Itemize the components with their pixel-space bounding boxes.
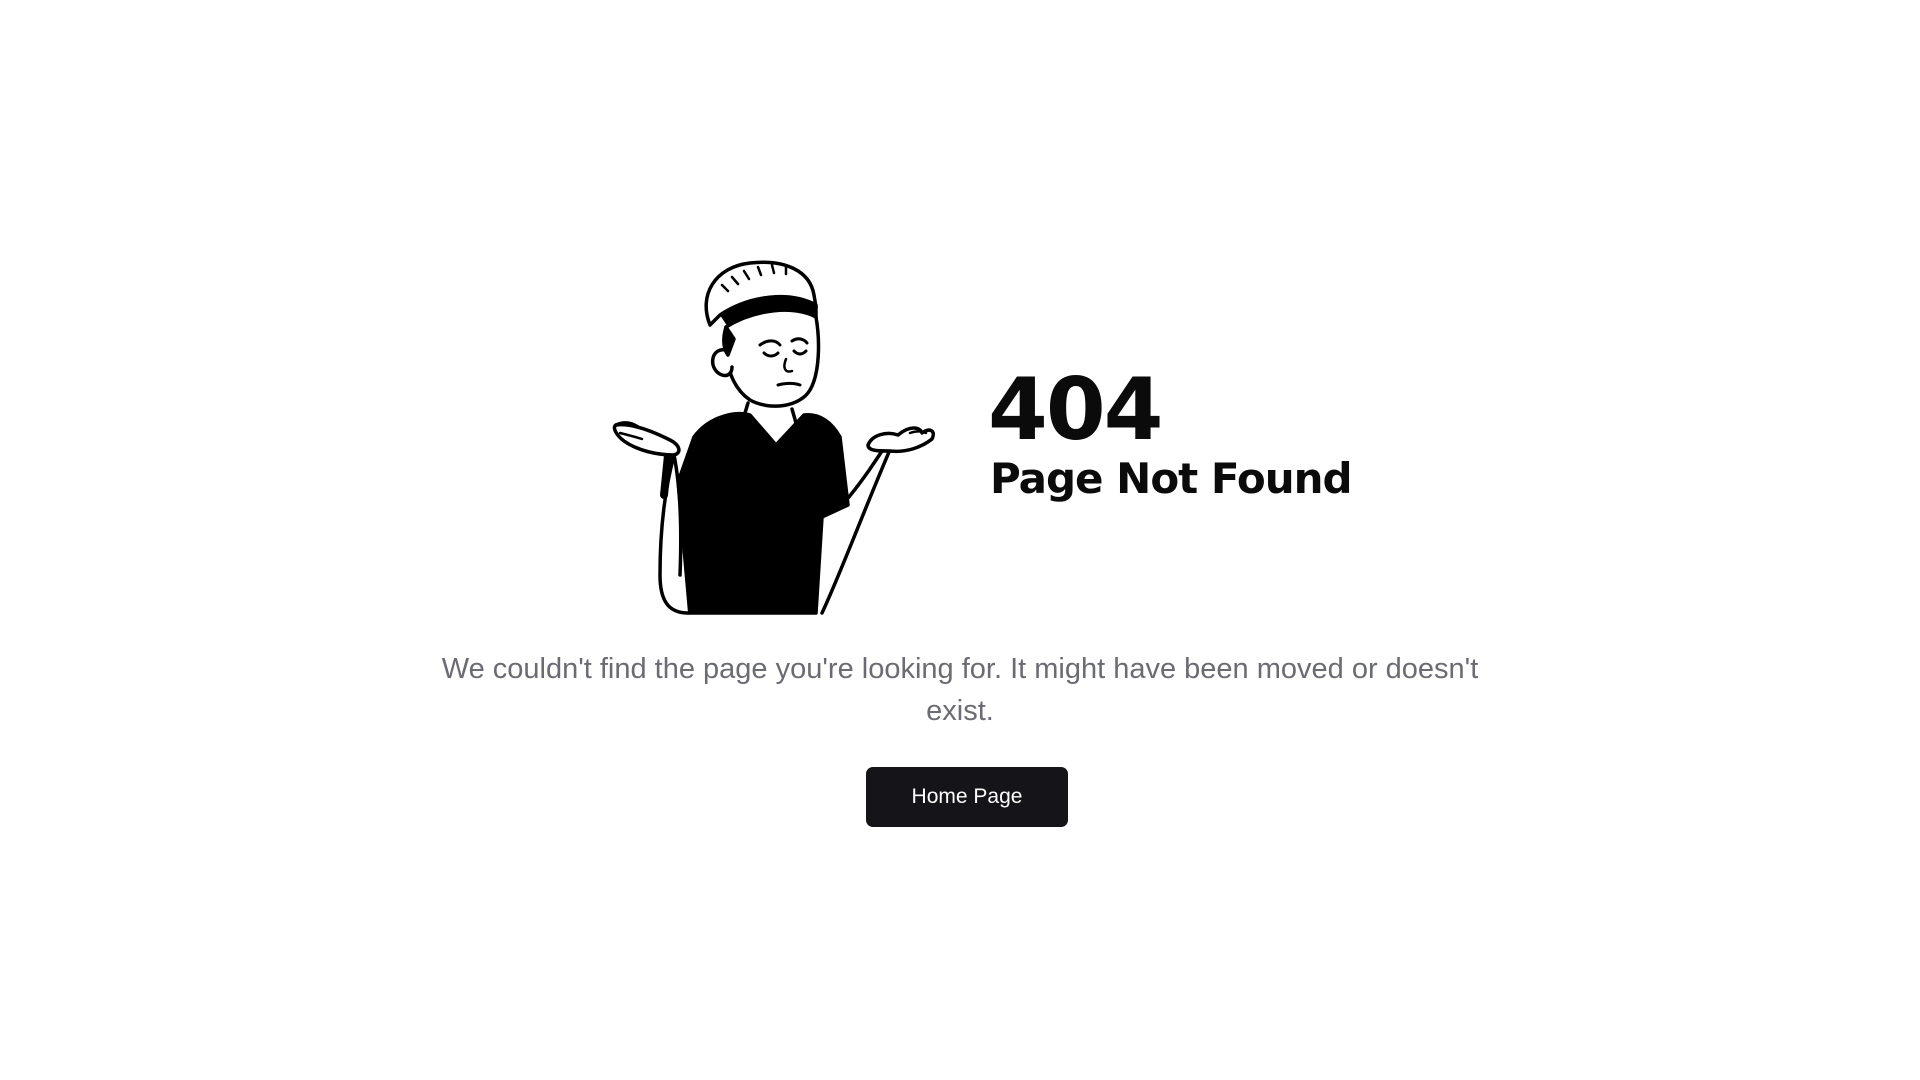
not-found-page: 404 Page Not Found We couldn't find the … bbox=[0, 0, 1920, 1080]
error-title: Page Not Found bbox=[990, 454, 1353, 503]
home-page-button[interactable]: Home Page bbox=[866, 767, 1068, 827]
error-code: 404 bbox=[988, 360, 1164, 460]
hero-section: 404 Page Not Found bbox=[610, 255, 1353, 615]
shrugging-person-illustration bbox=[612, 260, 935, 615]
error-message: We couldn't find the page you're looking… bbox=[441, 653, 1479, 727]
